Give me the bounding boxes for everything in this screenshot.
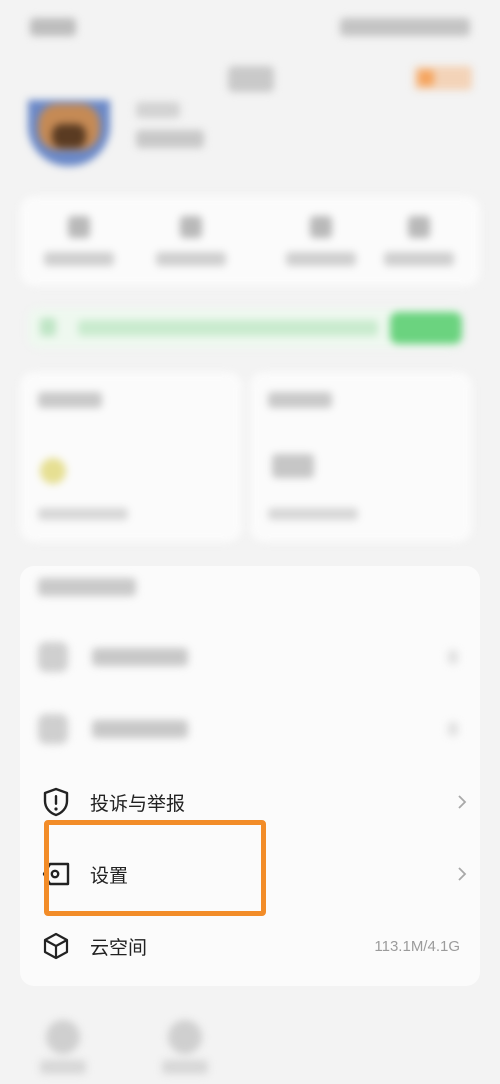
status-icons [340,18,470,36]
coin-icon [40,458,66,484]
quick-action-label [384,252,454,266]
shield-alert-icon [40,786,72,818]
menu-item-label [92,720,188,738]
quick-action-label [156,252,226,266]
highlight-box [44,820,266,916]
quick-action-icon [68,216,90,238]
profile-name [136,102,180,118]
avatar[interactable] [28,100,110,166]
promo-banner[interactable] [28,308,462,348]
banner-text [78,320,378,336]
card-title [268,392,332,408]
card-subtext [38,508,128,520]
quick-action-2[interactable] [156,216,226,276]
card-value [272,454,314,478]
quick-action-label [286,252,356,266]
page-title [228,66,274,92]
menu-item-label: 云空间 [90,936,148,959]
stats-card[interactable] [250,372,472,542]
status-bar [0,0,500,56]
chevron-right-icon [448,650,458,664]
card-title [38,392,102,408]
nav-label [162,1060,208,1074]
menu-item-label [92,648,188,666]
menu-item-cloud-space[interactable]: 云空间 113.1M/4.1G [40,918,470,974]
nav-item-2[interactable] [150,1006,220,1076]
nav-icon [168,1020,202,1054]
nav-label [40,1060,86,1074]
chevron-right-icon [448,722,458,736]
nav-item-1[interactable] [28,1006,98,1076]
quick-action-4[interactable] [384,216,454,276]
menu-row-blurred-1[interactable] [38,636,458,676]
menu-item-icon [38,642,68,672]
card-subtext [268,508,358,520]
section-title [38,578,136,596]
menu-item-icon [38,714,68,744]
storage-usage: 113.1M/4.1G [374,937,460,955]
wallet-card[interactable] [20,372,242,542]
bottom-navigation [0,1006,500,1084]
cube-icon [40,930,72,962]
quick-action-1[interactable] [44,216,114,276]
banner-button[interactable] [390,312,462,344]
quick-action-3[interactable] [286,216,356,276]
quick-actions-card [20,196,480,286]
chevron-right-icon [454,793,470,811]
nav-icon [46,1020,80,1054]
menu-item-label: 投诉与举报 [90,792,186,815]
quick-action-icon [310,216,332,238]
quick-action-icon [180,216,202,238]
profile-subtitle[interactable] [136,130,204,148]
menu-row-blurred-2[interactable] [38,708,458,748]
status-time [30,18,76,36]
header-action-button[interactable] [414,66,472,90]
chevron-right-icon [454,865,470,883]
banner-icon [40,318,56,336]
quick-action-label [44,252,114,266]
quick-action-icon [408,216,430,238]
